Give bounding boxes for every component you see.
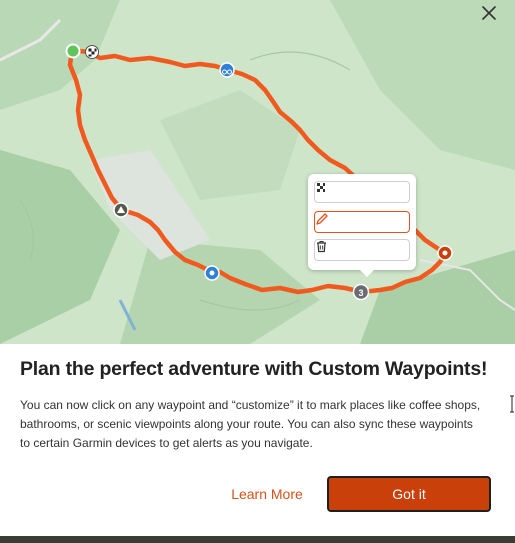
route-map-preview: 3 (0, 0, 515, 344)
edit-pencil-icon (316, 213, 328, 225)
delete-waypoint-button[interactable] (314, 239, 410, 261)
dialog-content: Plan the perfect adventure with Custom W… (0, 344, 515, 536)
trash-icon (317, 240, 326, 253)
waypoint-number-icon: 3 (352, 283, 370, 301)
dialog-title: Plan the perfect adventure with Custom W… (20, 358, 488, 380)
popup-caret (358, 268, 376, 277)
learn-more-link[interactable]: Learn More (221, 478, 313, 510)
finish-flag-icon (85, 45, 99, 59)
waypoint-action-popup (308, 174, 416, 277)
edit-waypoint-button[interactable] (314, 211, 410, 233)
close-button[interactable] (482, 6, 508, 32)
start-icon (65, 43, 81, 59)
bike-icon (219, 62, 235, 78)
waypoint-number-label: 3 (358, 288, 363, 298)
finish-flag-icon (317, 183, 325, 192)
viewpoint-icon (204, 265, 220, 281)
background-overlay-strip (0, 536, 515, 543)
got-it-button[interactable]: Got it (327, 476, 491, 512)
custom-waypoints-dialog: 3 Plan the perfect adventure with Custom… (0, 0, 515, 536)
set-finish-button[interactable] (314, 181, 410, 203)
dialog-description: You can now click on any waypoint and “c… (20, 398, 481, 450)
close-icon (482, 6, 496, 20)
campsite-icon (113, 202, 129, 218)
map-terrain: 3 (0, 0, 515, 344)
end-marker-icon (437, 245, 453, 261)
text-cursor-icon (510, 395, 514, 413)
